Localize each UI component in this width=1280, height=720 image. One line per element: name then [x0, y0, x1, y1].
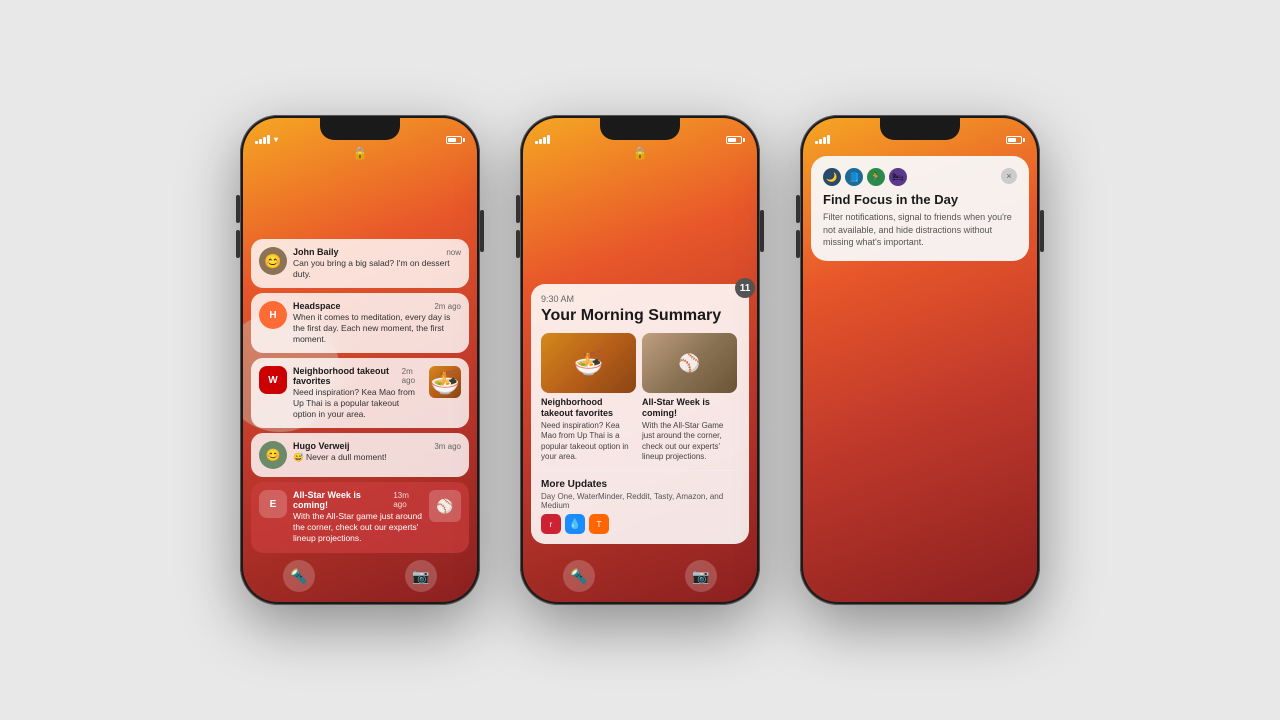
notch	[880, 118, 960, 140]
summary-item-2-text: With the All-Star Game just around the c…	[642, 421, 737, 463]
notification-time: now	[446, 248, 461, 257]
battery-indicator	[446, 136, 465, 144]
notification-app-name: All-Star Week is coming!	[293, 490, 393, 510]
more-updates-section: More Updates Day One, WaterMinder, Reddi…	[541, 470, 739, 534]
notification-content: John Baily now Can you bring a big salad…	[293, 247, 461, 280]
notification-text: Can you bring a big salad? I'm on desser…	[293, 258, 461, 280]
power-button[interactable]	[1040, 210, 1044, 252]
reddit-icon: r	[541, 514, 561, 534]
app-icons-row: r 💧 T	[541, 514, 739, 534]
battery-indicator	[726, 136, 745, 144]
lock-icon: 🔒	[633, 146, 648, 160]
volume-down-button[interactable]	[796, 230, 800, 258]
notification-time: 3m ago	[434, 442, 461, 451]
summary-item-1-title: Neighborhood takeout favorites	[541, 397, 636, 419]
notification-badge: 11	[735, 278, 755, 298]
notification-app-name: Hugo Verweij	[293, 441, 350, 451]
summary-item-1-text: Need inspiration? Kea Mao from Up Thai i…	[541, 421, 636, 463]
signal-indicator	[815, 135, 830, 144]
volume-up-button[interactable]	[236, 195, 240, 223]
signal-indicator: ▾	[255, 135, 278, 144]
notification-list: 😊 John Baily now Can you bring a big sal…	[243, 229, 477, 553]
avatar: 😊	[259, 247, 287, 275]
power-button[interactable]	[760, 210, 764, 252]
notification-thumbnail: 🍜	[429, 366, 461, 398]
notification-text: Need inspiration? Kea Mao from Up Thai i…	[293, 387, 423, 420]
focus-popup-title: Find Focus in the Day	[823, 192, 1017, 207]
app-icon-2: T	[589, 514, 609, 534]
notification-content: All-Star Week is coming! 13m ago With th…	[293, 490, 423, 544]
notch	[320, 118, 400, 140]
focus-popup-description: Filter notifications, signal to friends …	[823, 211, 1017, 249]
notification-item[interactable]: H Headspace 2m ago When it comes to medi…	[251, 293, 469, 353]
notch	[600, 118, 680, 140]
camera-button[interactable]: 📷	[685, 560, 717, 592]
avatar: 😊	[259, 441, 287, 469]
notification-text: With the All-Star game just around the c…	[293, 511, 423, 544]
lock-screen-bottom-bar: 🔦 📷	[523, 560, 757, 592]
avatar: H	[259, 301, 287, 329]
lock-icon: 🔒	[353, 146, 368, 160]
phone-2: 🔒 9:41 Monday, June 7 11 9:30 AM Your Mo…	[520, 115, 760, 605]
book-icon: 📘	[845, 168, 863, 186]
phone-1: ▾ 🔒 9:41 Monday, June 7 😊 John Baily	[240, 115, 480, 605]
notification-time: 13m ago	[393, 491, 423, 509]
volume-up-button[interactable]	[796, 195, 800, 223]
run-icon: 🏃	[867, 168, 885, 186]
battery-indicator	[1006, 136, 1025, 144]
focus-popup: 🌙 📘 🏃 🛏 × Find Focus in the Day Filter n…	[811, 156, 1029, 261]
sleep-icon: 🛏	[889, 168, 907, 186]
notification-item[interactable]: 😊 Hugo Verweij 3m ago 😅 Never a dull mom…	[251, 433, 469, 477]
notification-item[interactable]: E All-Star Week is coming! 13m ago With …	[251, 482, 469, 552]
notification-app-name: Neighborhood takeout favorites	[293, 366, 402, 386]
notification-content: Hugo Verweij 3m ago 😅 Never a dull momen…	[293, 441, 461, 463]
notification-item[interactable]: 😊 John Baily now Can you bring a big sal…	[251, 239, 469, 288]
avatar: E	[259, 490, 287, 518]
notification-content: Neighborhood takeout favorites 2m ago Ne…	[293, 366, 423, 420]
avatar: W	[259, 366, 287, 394]
phone-3: 🌙 📘 🏃 🛏 × Find Focus in the Day Filter n…	[800, 115, 1040, 605]
power-button[interactable]	[480, 210, 484, 252]
summary-images: 🍜 Neighborhood takeout favorites Need in…	[541, 333, 739, 462]
flashlight-button[interactable]: 🔦	[283, 560, 315, 592]
summary-item-2-title: All-Star Week is coming!	[642, 397, 737, 419]
summary-time: 9:30 AM	[541, 294, 739, 304]
volume-down-button[interactable]	[516, 230, 520, 258]
notification-time: 2m ago	[402, 367, 423, 385]
focus-mode-icons: 🌙 📘 🏃 🛏	[823, 168, 907, 186]
notification-app-name: Headspace	[293, 301, 341, 311]
notification-text: When it comes to meditation, every day i…	[293, 312, 461, 345]
morning-summary-card[interactable]: 11 9:30 AM Your Morning Summary 🍜 Neighb…	[531, 284, 749, 544]
volume-up-button[interactable]	[516, 195, 520, 223]
lock-screen-bottom-bar: 🔦 📷	[243, 560, 477, 592]
close-button[interactable]: ×	[1001, 168, 1017, 184]
camera-button[interactable]: 📷	[405, 560, 437, 592]
more-updates-title: More Updates	[541, 479, 739, 490]
notification-time: 2m ago	[434, 302, 461, 311]
notification-item[interactable]: W Neighborhood takeout favorites 2m ago …	[251, 358, 469, 428]
notification-text: 😅 Never a dull moment!	[293, 452, 461, 463]
summary-title: Your Morning Summary	[541, 306, 739, 325]
moon-icon: 🌙	[823, 168, 841, 186]
app-icon: 💧	[565, 514, 585, 534]
signal-indicator	[535, 135, 550, 144]
more-updates-text: Day One, WaterMinder, Reddit, Tasty, Ama…	[541, 492, 739, 510]
notification-content: Headspace 2m ago When it comes to medita…	[293, 301, 461, 345]
notification-app-name: John Baily	[293, 247, 339, 257]
flashlight-button[interactable]: 🔦	[563, 560, 595, 592]
summary-image-food: 🍜	[541, 333, 636, 393]
volume-down-button[interactable]	[236, 230, 240, 258]
focus-popup-header: 🌙 📘 🏃 🛏 ×	[823, 168, 1017, 186]
notification-thumbnail: ⚾	[429, 490, 461, 522]
summary-image-baseball: ⚾	[642, 333, 737, 393]
